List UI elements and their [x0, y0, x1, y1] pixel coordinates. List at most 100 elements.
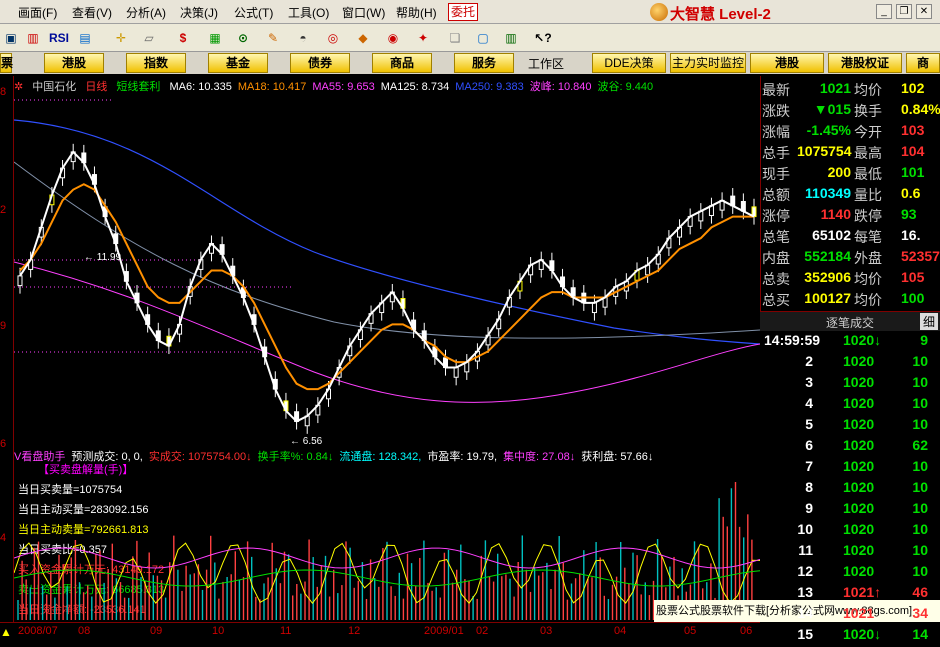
tick-row: 11 1020 10 — [760, 542, 940, 563]
tick-price: 1021↑ — [843, 584, 882, 600]
quote-value: 1021 — [819, 80, 851, 96]
date-label: 04 — [614, 625, 627, 637]
date-label: 02 — [476, 625, 489, 637]
indicator-header-item: 换手率%: 0.84↓ — [257, 451, 334, 463]
tab-workspace[interactable]: 工作区 — [528, 55, 564, 72]
tab-stock-stub[interactable]: 票 — [0, 53, 13, 73]
ticks-header: 逐笔成交 细 — [760, 311, 940, 331]
binoculars-icon[interactable]: ⊙ — [232, 28, 254, 48]
kline-icon[interactable]: ▥ — [22, 28, 44, 48]
date-label: 10 — [212, 625, 225, 637]
grid-icon[interactable]: ▦ — [204, 28, 226, 48]
tab-hk-stocks[interactable]: 港股 — [44, 53, 104, 73]
menu-analysis[interactable]: 分析(A) — [126, 4, 166, 21]
quote-label: 总卖 — [762, 271, 790, 287]
quote-label: 今开 — [854, 124, 882, 140]
dollar-button[interactable]: $ — [172, 28, 194, 48]
menu-formula[interactable]: 公式(T) — [234, 4, 273, 21]
tab-commodity[interactable]: 商品 — [372, 53, 432, 73]
quote-value: ▼015 — [813, 101, 851, 117]
quote-label: 总手 — [762, 145, 790, 161]
menu-help[interactable]: 帮助(H) — [396, 4, 437, 21]
tab-fund[interactable]: 基金 — [208, 53, 268, 73]
quote-label: 均价 — [854, 82, 882, 98]
pencil-icon[interactable]: ✎ — [262, 28, 284, 48]
monitor-icon[interactable]: ▣ — [0, 28, 22, 48]
ticks-title: 逐笔成交 — [826, 316, 875, 330]
brand-icon — [650, 3, 668, 21]
tick-volume: 10 — [912, 416, 928, 432]
quote-label: 量比 — [854, 187, 882, 203]
crosshair-icon[interactable]: ✛ — [110, 28, 132, 48]
tick-row: 2 1020 10 — [760, 353, 940, 374]
tab-hk-stocks-2[interactable]: 港股 — [750, 53, 824, 73]
hat-icon[interactable]: ◓ — [292, 28, 314, 48]
help-cursor-icon[interactable]: ↖? — [532, 28, 554, 48]
quote-label: 最新 — [762, 82, 790, 98]
quote-value: 102 — [901, 80, 925, 96]
close-icon[interactable]: ✕ — [916, 4, 932, 19]
tab-bond[interactable]: 债券 — [290, 53, 350, 73]
menu-tools[interactable]: 工具(O) — [288, 4, 329, 21]
menu-view[interactable]: 查看(V) — [72, 4, 112, 21]
kline-chart[interactable]: ← 11.99 ← 6.56 — [14, 92, 760, 447]
tab-dde[interactable]: DDE决策 — [592, 53, 666, 73]
quote-value: 0.6 — [901, 185, 921, 201]
scroll-left-icon[interactable]: ▲ — [0, 625, 12, 639]
toolbar: ▣ ▥ RSI ▤ ✛ ▱ $ ▦ ⊙ ✎ ◓ ◎ ◆ ◉ ✦ ❏ ▢ ▥ ↖? — [0, 24, 940, 52]
ruler-icon[interactable]: ▱ — [138, 28, 160, 48]
quote-row: 总买 100127 均价 100 — [761, 290, 940, 311]
tab-index[interactable]: 指数 — [126, 53, 186, 73]
ma6-line — [19, 150, 755, 423]
menu-decision[interactable]: 决策(J) — [180, 4, 218, 21]
quote-row: 最新 1021 均价 102 — [761, 80, 940, 101]
tab-commodity-2[interactable]: 商 — [906, 53, 940, 73]
quote-label: 总额 — [762, 187, 790, 203]
rsi-button[interactable]: RSI — [46, 28, 72, 48]
tick-volume: 10 — [912, 395, 928, 411]
copy-icon[interactable]: ❏ — [444, 28, 466, 48]
menu-window[interactable]: 窗口(W) — [342, 4, 385, 21]
quote-label: 总笔 — [762, 229, 790, 245]
tick-volume: 10 — [912, 563, 928, 579]
entrust-button[interactable]: 委托 — [448, 3, 478, 21]
tick-row: 14 1021 34 — [760, 605, 940, 626]
date-label: 06 — [740, 625, 753, 637]
axis-label: 9 — [0, 320, 7, 332]
tab-hk-warrant[interactable]: 港股权证 — [828, 53, 902, 73]
tab-main-monitor[interactable]: 主力实时监控 — [670, 53, 746, 73]
date-label: 03 — [540, 625, 553, 637]
tick-price: 1020↓ — [843, 332, 882, 348]
ticks-detail-button[interactable]: 细 — [920, 313, 938, 330]
minimize-icon[interactable]: _ — [876, 4, 892, 19]
quote-value: 100127 — [804, 290, 851, 306]
indicator-header-item: 获利盘: 57.66↓ — [581, 451, 654, 463]
tick-price: 1020 — [843, 500, 875, 516]
tick-price: 1020 — [843, 374, 875, 390]
tick-volume: 10 — [912, 458, 928, 474]
quote-value: 352906 — [804, 269, 851, 285]
axis-label: 8 — [0, 86, 7, 98]
menu-screen[interactable]: 画面(F) — [18, 4, 57, 21]
tick-volume: 10 — [912, 374, 928, 390]
tick-index: 4 — [805, 395, 813, 411]
star-icon[interactable]: ✦ — [412, 28, 434, 48]
window-icon[interactable]: ▢ — [472, 28, 494, 48]
quote-row: 内盘 552184 外盘 52357 — [761, 248, 940, 269]
tick-index: 15 — [797, 626, 813, 642]
mask-icon[interactable]: ◉ — [382, 28, 404, 48]
volume-indicator-chart[interactable] — [14, 478, 760, 620]
restore-icon[interactable]: ❐ — [896, 4, 912, 19]
tick-index: 8 — [805, 479, 813, 495]
tick-volume: 34 — [912, 605, 928, 621]
quote-value: 100 — [901, 290, 925, 306]
market-tab-bar: 票 港股 指数 基金 债券 商品 服务 工作区 DDE决策 主力实时监控 港股 … — [0, 52, 940, 74]
diamond-icon[interactable]: ◆ — [352, 28, 374, 48]
tick-price: 1020 — [843, 479, 875, 495]
chart-icon[interactable]: ▤ — [74, 28, 96, 48]
target-icon[interactable]: ◎ — [322, 28, 344, 48]
quote-row: 总卖 352906 均价 105 — [761, 269, 940, 290]
books-icon[interactable]: ▥ — [500, 28, 522, 48]
quote-row: 现手 200 最低 101 — [761, 164, 940, 185]
tab-service[interactable]: 服务 — [454, 53, 514, 73]
